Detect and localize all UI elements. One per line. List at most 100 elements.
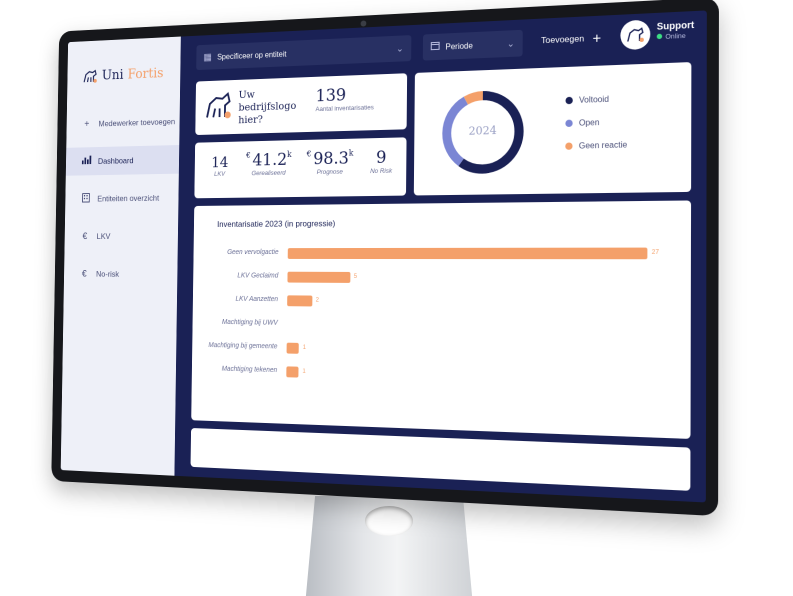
- avatar[interactable]: [620, 19, 651, 51]
- legend-label: Voltooid: [579, 94, 610, 105]
- entity-select-value: Specificeer op entiteit: [217, 49, 287, 62]
- building-icon: [80, 193, 90, 205]
- category-label: Machtiging tekenen: [221, 365, 278, 375]
- inventory-count-label: Aantal inventarisaties: [315, 104, 374, 114]
- screen: Uni Fortis + Medewerker toevoegen Dashbo…: [60, 10, 707, 503]
- legend-geen-reactie: Geen reactie: [565, 140, 627, 151]
- chevron-down-icon: ⌄: [506, 37, 515, 49]
- period-select[interactable]: Periode ⌄: [422, 29, 523, 61]
- sidebar-item-dashboard[interactable]: Dashboard: [65, 145, 180, 176]
- stat-value: €41.2k: [241, 150, 296, 171]
- sidebar-item-label: Entiteiten overzicht: [97, 193, 160, 204]
- stat-suffix: k: [287, 150, 292, 159]
- bar: [287, 271, 351, 283]
- stat-lkv: 14 LKV: [202, 153, 238, 178]
- stat-label: LKV: [214, 170, 226, 178]
- legend-label: Open: [578, 117, 600, 128]
- stat-value: 14: [202, 153, 238, 171]
- category-label: Geen vervolgactie: [227, 249, 279, 256]
- lion-logo-icon: [626, 26, 645, 44]
- online-dot-icon: [656, 33, 663, 40]
- logo-text-accent: Fortis: [127, 65, 164, 83]
- euro-icon: €: [81, 268, 87, 279]
- category-label: LKV Geclaimd: [237, 272, 279, 280]
- entity-select[interactable]: ▦ Specificeer op entiteit ⌄: [196, 35, 412, 71]
- chevron-down-icon: ⌄: [396, 42, 404, 54]
- bar: [287, 247, 648, 260]
- bar: [286, 342, 300, 354]
- sidebar-item-label: Dashboard: [97, 155, 134, 166]
- bar-value-label: 5: [353, 273, 358, 280]
- bar: [287, 295, 313, 307]
- legend-swatch: [565, 119, 573, 128]
- sidebar-item-label: Medewerker toevoegen: [98, 116, 176, 129]
- user-info[interactable]: Support Online: [656, 19, 695, 42]
- bottom-card: [190, 427, 691, 491]
- legend-swatch: [565, 142, 573, 150]
- period-select-value: Periode: [445, 40, 473, 52]
- sidebar-item-label: No-risk: [96, 269, 120, 279]
- status-donut-card: 2024 Voltooid Open Geen reactie: [413, 62, 692, 196]
- bar-chart-icon: [81, 155, 91, 167]
- stat-no-risk: 9 No Risk: [362, 147, 401, 175]
- inventory-count-value: 139: [315, 85, 347, 107]
- legend-voltooid: Voltooid: [565, 95, 609, 106]
- stand-cable-hole: [365, 506, 413, 536]
- chart-title: Inventarisatie 2023 (in progressie): [217, 218, 336, 229]
- logo-placeholder-line: bedrijfslogo: [238, 100, 297, 114]
- sidebar: Uni Fortis + Medewerker toevoegen Dashbo…: [60, 36, 181, 476]
- currency-symbol: €: [306, 149, 312, 159]
- sidebar-item-label: LKV: [96, 231, 111, 241]
- inventory-count: 139 Aantal inventarisaties: [315, 84, 374, 113]
- calendar-icon: [431, 41, 440, 53]
- stat-value: €98.3k: [302, 148, 359, 170]
- bar-value-label: 27: [651, 249, 659, 257]
- plus-icon: +: [84, 118, 90, 130]
- camera-icon: [360, 20, 367, 27]
- stat-gerealiseerd: €41.2k Gerealiseerd: [241, 150, 296, 177]
- logo-placeholder-line: hier?: [238, 113, 263, 127]
- donut-center-label: 2024: [468, 123, 497, 138]
- stat-number: 41.2: [252, 150, 288, 171]
- inventory-bar-chart-card: Inventarisatie 2023 (in progressie) Geen…: [191, 200, 692, 439]
- add-button[interactable]: Toevoegen +: [541, 29, 602, 47]
- user-status: Online: [656, 32, 694, 41]
- stat-value: 9: [362, 147, 401, 168]
- stat-label: Prognose: [316, 168, 343, 177]
- logo-text-primary: Uni: [101, 67, 124, 84]
- currency-symbol: €: [246, 150, 251, 160]
- stat-number: 98.3: [313, 148, 349, 170]
- company-card: Uw bedrijfslogo hier? 139 Aantal inventa…: [195, 73, 408, 136]
- legend-open: Open: [565, 117, 600, 128]
- category-label: Machtiging bij UWV: [221, 319, 278, 327]
- plus-icon: +: [592, 29, 602, 47]
- bar-chart: Geen vervolgactie 27 LKV Geclaimd 5 LKV Aanz…: [194, 200, 691, 378]
- bar: [286, 366, 299, 378]
- category-label: Machtiging bij gemeente: [208, 342, 278, 351]
- sidebar-item-medewerker-toevoegen[interactable]: + Medewerker toevoegen: [66, 107, 179, 139]
- legend-swatch: [565, 96, 573, 105]
- lion-logo-icon: [204, 90, 233, 122]
- stat-number: 9: [375, 147, 387, 169]
- stat-prognose: €98.3k Prognose: [302, 148, 359, 176]
- monitor: Uni Fortis + Medewerker toevoegen Dashbo…: [51, 0, 719, 517]
- sidebar-item-no-risk[interactable]: € No-risk: [64, 260, 178, 289]
- lion-logo-icon: [82, 69, 97, 85]
- category-label: LKV Aanzetten: [235, 295, 279, 304]
- sidebar-item-lkv[interactable]: € LKV: [65, 221, 179, 250]
- sidebar-item-entiteiten-overzicht[interactable]: Entiteiten overzicht: [65, 183, 179, 213]
- app-logo[interactable]: Uni Fortis: [82, 65, 164, 85]
- bar-value-label: 2: [315, 297, 319, 304]
- stat-label: Gerealiseerd: [251, 169, 286, 178]
- stats-card: 14 LKV €41.2k Gerealiseerd €98.3k Progno…: [194, 137, 407, 199]
- add-button-label: Toevoegen: [541, 33, 585, 46]
- stat-suffix: k: [348, 148, 354, 158]
- bar-value-label: 1: [302, 344, 306, 351]
- euro-icon: €: [82, 231, 88, 242]
- building-icon: ▦: [203, 51, 212, 63]
- logo-placeholder-text: Uw bedrijfslogo hier?: [238, 87, 296, 127]
- stage: Uni Fortis + Medewerker toevoegen Dashbo…: [0, 0, 793, 596]
- bar-value-label: 1: [302, 368, 306, 375]
- stat-number: 14: [211, 153, 229, 172]
- user-name: Support: [656, 19, 695, 32]
